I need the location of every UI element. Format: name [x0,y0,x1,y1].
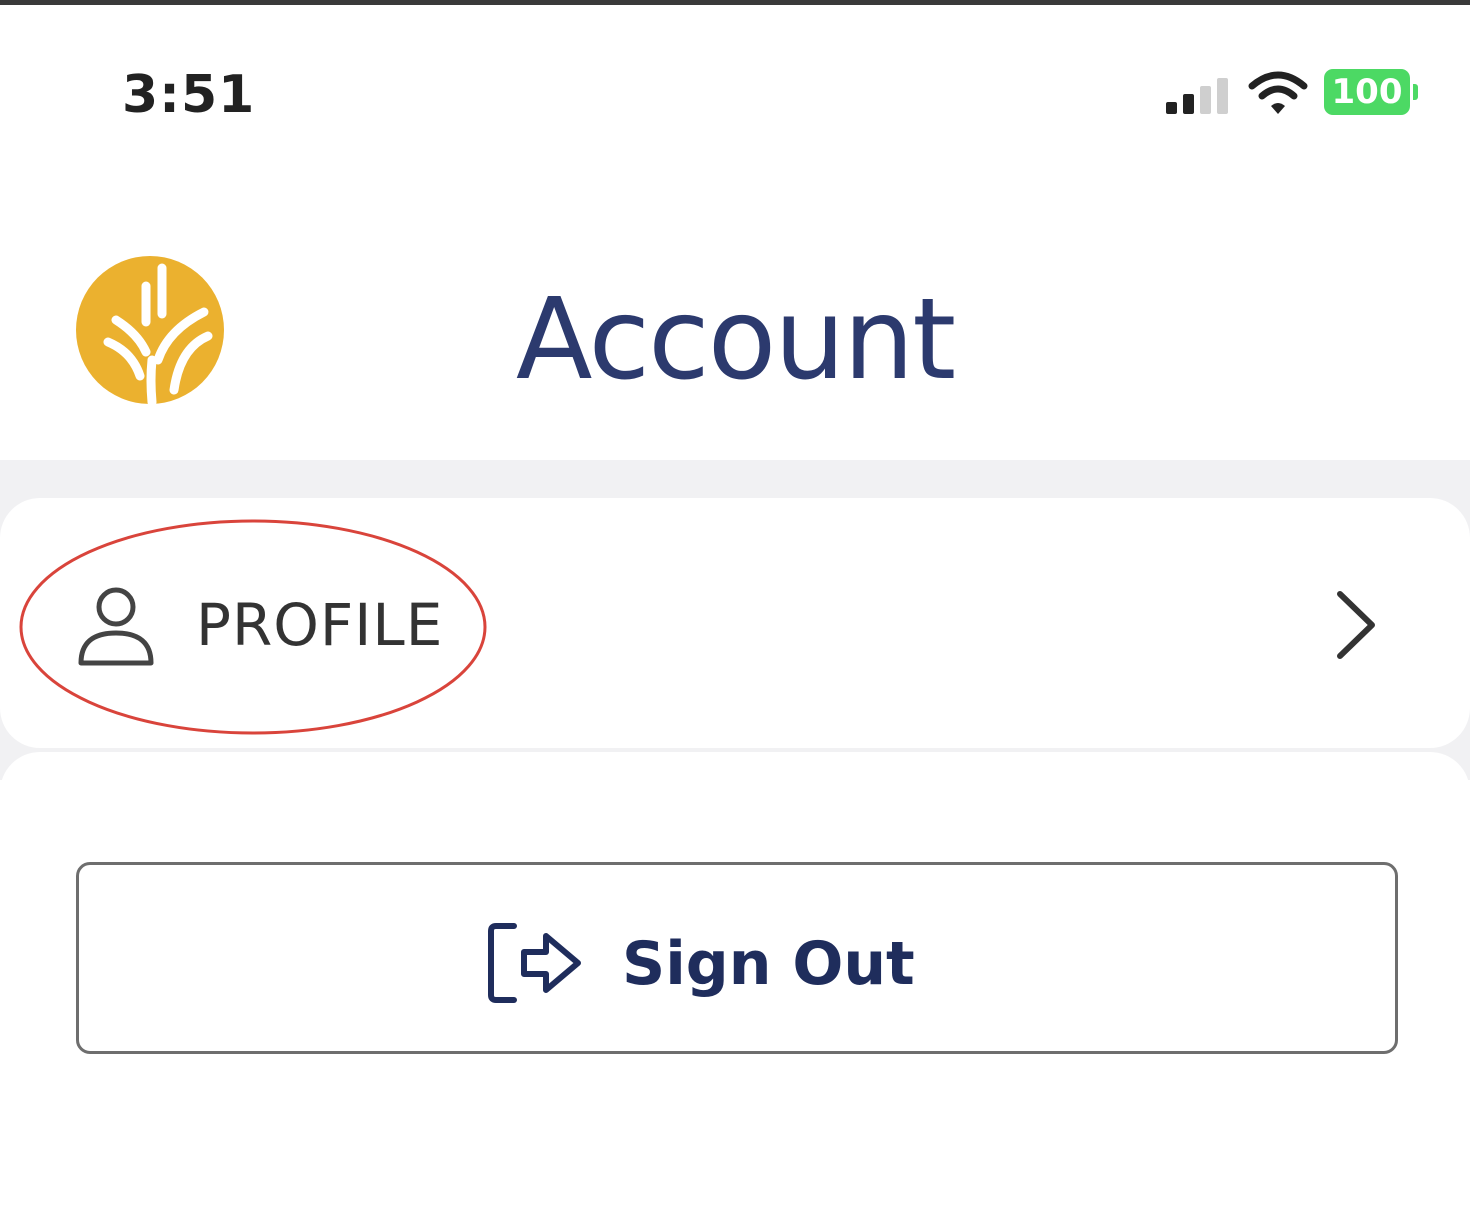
wifi-icon [1248,71,1308,114]
top-border [0,0,1470,5]
profile-label[interactable]: PROFILE [196,590,443,660]
sign-out-label[interactable]: Sign Out [622,924,915,1004]
battery-nub [1413,84,1418,100]
cellular-signal-icon [1166,78,1234,114]
chevron-right-icon[interactable] [1330,590,1380,660]
person-icon [78,587,154,666]
status-time: 3:51 [122,65,256,125]
battery-indicator: 100 [1324,69,1410,115]
sign-out-icon [488,923,581,1003]
page-title: Account [515,275,956,405]
